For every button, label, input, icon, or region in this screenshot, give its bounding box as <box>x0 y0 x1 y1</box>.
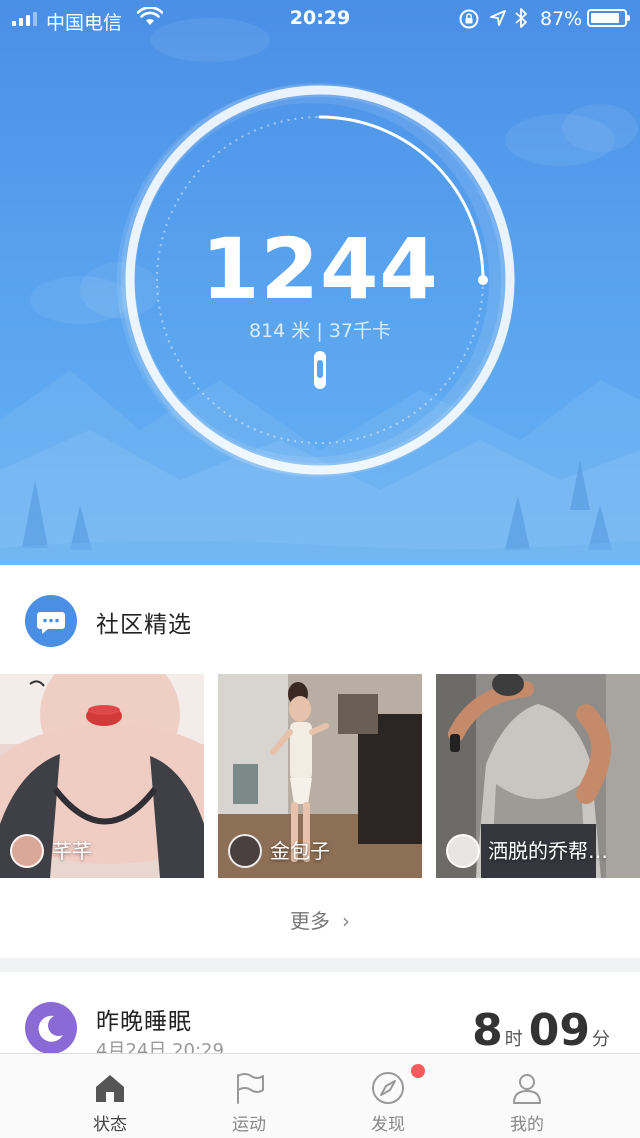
home-icon <box>96 1075 124 1102</box>
compass-icon <box>372 1072 404 1104</box>
notification-dot <box>411 1064 425 1078</box>
chat-bubble-icon <box>25 595 77 647</box>
location-icon <box>490 10 506 26</box>
svg-text:z: z <box>52 1025 57 1035</box>
activity-summary: 814 米 | 37千卡 <box>0 316 640 343</box>
post-author: 芊芊 <box>52 839 92 863</box>
tab-discover[interactable]: 发现 <box>308 1054 468 1138</box>
sleep-card[interactable]: z 昨晚睡眠 4月24日 20:29 8 时 09 分 <box>0 972 640 1061</box>
rotation-lock-icon <box>459 9 479 29</box>
community-header[interactable]: 社区精选 <box>0 565 640 673</box>
status-bar: 中国电信 20:29 87% <box>0 0 640 40</box>
sleep-minutes: 09 <box>528 1005 590 1056</box>
person-icon <box>513 1074 541 1104</box>
community-post-card[interactable]: 金包子 <box>218 674 422 878</box>
moon-icon: z <box>25 1002 77 1054</box>
more-label: 更多 <box>290 909 330 933</box>
tab-label: 运动 <box>232 1115 266 1135</box>
chevron-right-icon: › <box>342 909 350 933</box>
tab-label: 状态 <box>93 1115 127 1135</box>
battery-percent: 87% <box>540 8 583 30</box>
sleep-hours: 8 <box>472 1005 503 1056</box>
distance-value: 814 米 <box>249 320 311 342</box>
avatar <box>10 834 44 868</box>
activity-hero[interactable]: 1244 814 米 | 37千卡 中国电信 20:29 87% <box>0 0 640 565</box>
community-title: 社区精选 <box>96 612 192 638</box>
more-link[interactable]: 更多 › <box>0 905 640 934</box>
community-post-card[interactable]: 芊芊 <box>0 674 204 878</box>
avatar <box>228 834 262 868</box>
tab-label: 发现 <box>371 1115 405 1135</box>
sleep-duration: 8 时 09 分 <box>472 1005 616 1056</box>
post-author: 金包子 <box>270 839 330 863</box>
band-icon <box>314 351 326 389</box>
tab-label: 我的 <box>510 1115 544 1135</box>
avatar <box>446 834 480 868</box>
battery-icon <box>587 9 630 27</box>
tab-bar: 状态 运动 发现 我的 <box>0 1053 640 1138</box>
stats-separator: | <box>316 320 323 342</box>
sleep-title: 昨晚睡眠 <box>96 1009 192 1035</box>
community-carousel[interactable]: 芊芊 金包子 洒脱的乔帮… <box>0 674 640 878</box>
sleep-minutes-unit: 分 <box>592 1029 610 1050</box>
tab-workout[interactable]: 运动 <box>169 1054 329 1138</box>
flag-icon <box>237 1073 264 1104</box>
calories-value: 37千卡 <box>328 320 391 342</box>
bluetooth-icon <box>515 8 527 28</box>
tab-status[interactable]: 状态 <box>30 1054 190 1138</box>
tab-profile[interactable]: 我的 <box>447 1054 607 1138</box>
post-author: 洒脱的乔帮… <box>488 839 608 863</box>
community-post-card[interactable]: 洒脱的乔帮… <box>436 674 640 878</box>
sleep-hours-unit: 时 <box>504 1029 523 1050</box>
community-section: 社区精选 芊芊 金包子 洒脱的乔帮… 更多 › <box>0 565 640 958</box>
step-count: 1244 <box>201 220 439 318</box>
